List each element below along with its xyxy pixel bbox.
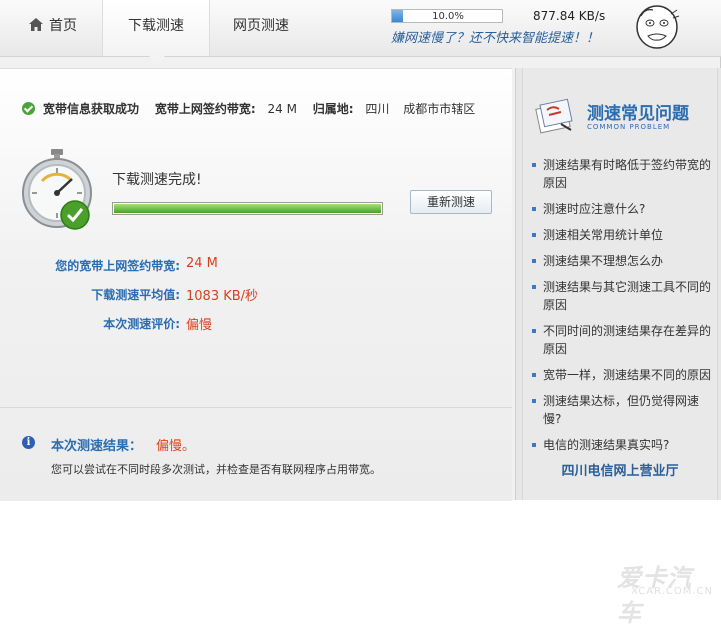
speedup-slogan-link[interactable]: 嫌网速慢了？还不快来智能提速！！ bbox=[391, 27, 599, 46]
top-navigation: 首页 下载测速 网页测速 10.0% 877.84 KB/s 嫌网速慢了？还不快… bbox=[0, 0, 721, 64]
online-service-hall-link[interactable]: 四川电信网上营业厅 bbox=[523, 460, 717, 479]
result-rating-value: 偏慢 bbox=[186, 318, 213, 333]
download-complete-text: 下载测速完成! bbox=[112, 172, 202, 188]
faq-sidebar-inner: 测速常见问题 COMMON PROBLEM 测速结果有时略低于签约带宽的原因 测… bbox=[522, 68, 718, 500]
realtime-speed-rate: 877.84 KB/s bbox=[533, 9, 606, 23]
info-icon: i bbox=[22, 436, 35, 449]
section-divider bbox=[0, 407, 512, 408]
main-panel: 宽带信息获取成功 宽带上网签约带宽: 24 M 归属地: 四川 成都市市辖区 下… bbox=[0, 68, 512, 501]
site-watermark: 爱卡汽车 XCAR.COM.CN bbox=[617, 558, 717, 627]
realtime-speed-bar: 10.0% bbox=[391, 9, 503, 23]
broadband-info-line: 宽带信息获取成功 宽带上网签约带宽: 24 M 归属地: 四川 成都市市辖区 bbox=[22, 100, 475, 117]
nav-home-label: 首页 bbox=[49, 18, 77, 34]
success-check-icon bbox=[22, 102, 35, 115]
faq-item-still-slow[interactable]: 测速结果达标，但仍觉得网速慢? bbox=[529, 392, 713, 428]
retest-button[interactable]: 重新测速 bbox=[410, 190, 492, 214]
result-bandwidth-value: 24 M bbox=[186, 256, 218, 271]
location-city: 成都市市辖区 bbox=[403, 102, 476, 116]
nav-web-test-tab[interactable]: 网页测速 bbox=[218, 0, 304, 56]
watermark-domain-text: XCAR.COM.CN bbox=[631, 586, 713, 597]
nav-web-label: 网页测速 bbox=[233, 18, 289, 34]
speedtest-app: 首页 下载测速 网页测速 10.0% 877.84 KB/s 嫌网速慢了？还不快… bbox=[0, 0, 721, 501]
result-average-label: 下载测速平均值: bbox=[91, 288, 180, 302]
summary-tip: 您可以尝试在不同时段多次测试，并检查是否有联网程序占用带宽。 bbox=[51, 463, 381, 476]
faq-subtitle: COMMON PROBLEM bbox=[587, 123, 671, 131]
nav-download-label: 下载测速 bbox=[128, 18, 184, 34]
result-rating-label: 本次测速评价: bbox=[103, 317, 180, 331]
faq-book-icon bbox=[535, 98, 573, 134]
result-bandwidth-label: 您的宽带上网签约带宽: bbox=[55, 259, 180, 273]
meme-face-icon bbox=[636, 5, 680, 49]
faq-item-precautions[interactable]: 测速时应注意什么? bbox=[529, 200, 713, 218]
faq-item-unsatisfactory[interactable]: 测速结果不理想怎么办 bbox=[529, 252, 713, 270]
active-tab-pointer bbox=[149, 56, 165, 64]
info-success-label: 宽带信息获取成功 bbox=[43, 102, 140, 116]
faq-item-other-tools[interactable]: 测速结果与其它测速工具不同的原因 bbox=[529, 278, 713, 314]
location-label: 归属地: bbox=[312, 102, 354, 116]
faq-title: 测速常见问题 bbox=[587, 104, 689, 124]
nav-home-tab[interactable]: 首页 bbox=[18, 0, 88, 56]
faq-item-time-difference[interactable]: 不同时间的测速结果存在差异的原因 bbox=[529, 322, 713, 358]
summary-value: 偏慢。 bbox=[156, 439, 196, 454]
faq-item-low-bandwidth[interactable]: 测速结果有时略低于签约带宽的原因 bbox=[529, 156, 713, 192]
faq-item-units[interactable]: 测速相关常用统计单位 bbox=[529, 226, 713, 244]
download-progress-bar bbox=[112, 202, 383, 215]
bandwidth-value: 24 M bbox=[267, 102, 297, 116]
location-province: 四川 bbox=[365, 102, 390, 116]
result-average-value: 1083 KB/秒 bbox=[186, 289, 259, 304]
faq-sidebar: 测速常见问题 COMMON PROBLEM 测速结果有时略低于签约带宽的原因 测… bbox=[515, 68, 721, 500]
summary-label: 本次测速结果： bbox=[51, 439, 143, 454]
realtime-speed-percent: 10.0% bbox=[432, 11, 464, 22]
faq-item-same-bandwidth[interactable]: 宽带一样，测速结果不同的原因 bbox=[529, 366, 713, 384]
faq-item-authentic[interactable]: 电信的测速结果真实吗? bbox=[529, 436, 713, 454]
faq-list: 测速结果有时略低于签约带宽的原因 测速时应注意什么? 测速相关常用统计单位 测速… bbox=[529, 156, 713, 462]
stopwatch-icon bbox=[22, 149, 92, 230]
download-progress-fill bbox=[114, 204, 381, 213]
bandwidth-label: 宽带上网签约带宽: bbox=[154, 102, 256, 116]
home-icon bbox=[29, 18, 43, 31]
nav-download-test-tab[interactable]: 下载测速 bbox=[102, 0, 210, 64]
